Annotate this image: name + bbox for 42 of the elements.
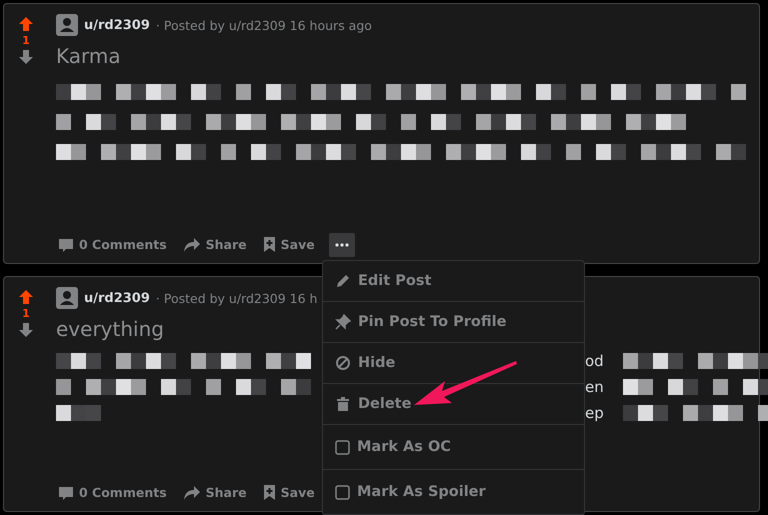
comment-icon — [58, 236, 74, 252]
trash-icon — [335, 396, 351, 412]
pin-icon — [335, 314, 351, 330]
avatar-icon — [56, 287, 78, 309]
comment-icon — [58, 484, 74, 500]
menu-item[interactable]: Edit Post — [323, 261, 584, 302]
bookmark-icon — [262, 484, 276, 501]
author-link[interactable]: u/rd2309 — [84, 18, 150, 32]
upvote-icon[interactable] — [18, 16, 34, 32]
share-icon — [182, 484, 201, 500]
checkbox[interactable] — [335, 484, 350, 500]
vote-count: 1 — [22, 307, 30, 320]
menu-item[interactable]: Mark As Spoiler — [323, 470, 584, 515]
downvote-icon[interactable] — [18, 322, 34, 338]
menu-item[interactable]: Mark As OC — [323, 425, 584, 470]
share-button[interactable]: Share — [180, 480, 249, 504]
save-button[interactable]: Save — [260, 480, 317, 505]
share-button[interactable]: Share — [180, 232, 249, 256]
post-title[interactable]: Karma — [56, 44, 121, 68]
comments-button[interactable]: 0 Comments — [56, 232, 169, 256]
pencil-icon — [335, 273, 351, 289]
menu-item[interactable]: Pin Post To Profile — [323, 302, 584, 343]
vote-count: 1 — [22, 34, 30, 47]
post-meta: · Posted by u/rd2309 16 h — [156, 290, 318, 306]
checkbox[interactable] — [335, 440, 350, 454]
more-icon — [334, 242, 349, 246]
post-text-fragment: ep — [585, 404, 605, 422]
post-text-fragment: en — [585, 378, 605, 396]
post-title[interactable]: everything — [56, 317, 164, 341]
post-text-fragment: od — [585, 352, 605, 370]
post-meta: · Posted by u/rd2309 16 hours ago — [156, 18, 372, 32]
hide-icon — [335, 355, 351, 371]
pixelated-text-drawing — [56, 405, 101, 421]
more-options-button[interactable] — [328, 232, 355, 256]
downvote-icon[interactable] — [18, 49, 34, 65]
comments-button[interactable]: 0 Comments — [56, 480, 169, 504]
upvote-icon[interactable] — [18, 289, 34, 305]
author-link[interactable]: u/rd2309 — [84, 290, 150, 306]
avatar-icon — [56, 14, 78, 36]
save-button[interactable]: Save — [260, 232, 317, 257]
bookmark-icon — [262, 236, 276, 253]
share-icon — [182, 236, 201, 252]
